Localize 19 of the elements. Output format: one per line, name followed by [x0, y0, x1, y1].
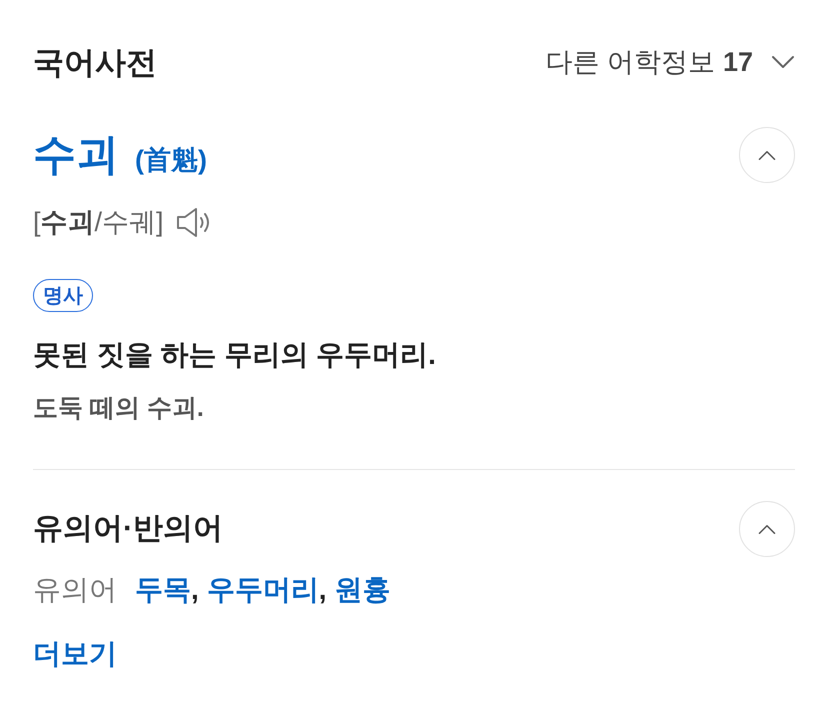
- chevron-up-icon: [758, 524, 776, 534]
- chevron-up-icon: [758, 150, 776, 160]
- synonym-link[interactable]: 두목: [135, 576, 191, 604]
- more-link[interactable]: 더보기: [33, 640, 117, 668]
- synonym-link[interactable]: 원흉: [334, 576, 391, 604]
- section-title: 유의어·반의어: [33, 514, 223, 544]
- example-sentence: 도둑 떼의 수괴.: [33, 393, 204, 424]
- dictionary-title: 국어사전: [33, 46, 157, 78]
- separator-comma: ,: [318, 576, 327, 604]
- part-of-speech-tag: 명사: [33, 279, 93, 312]
- pronunciation-text: [수괴/수궤]: [33, 208, 164, 236]
- chevron-down-icon: [771, 55, 795, 69]
- headword: 수괴: [33, 134, 119, 176]
- separator-comma: ,: [191, 576, 199, 604]
- synonym-label: 유의어: [33, 576, 117, 604]
- other-language-info-dropdown[interactable]: 다른 어학정보 17: [545, 48, 795, 76]
- synonym-link[interactable]: 우두머리: [206, 576, 319, 604]
- hanja-text: (首魁): [135, 146, 207, 174]
- definition-text: 못된 짓을 하는 무리의 우두머리.: [33, 338, 436, 372]
